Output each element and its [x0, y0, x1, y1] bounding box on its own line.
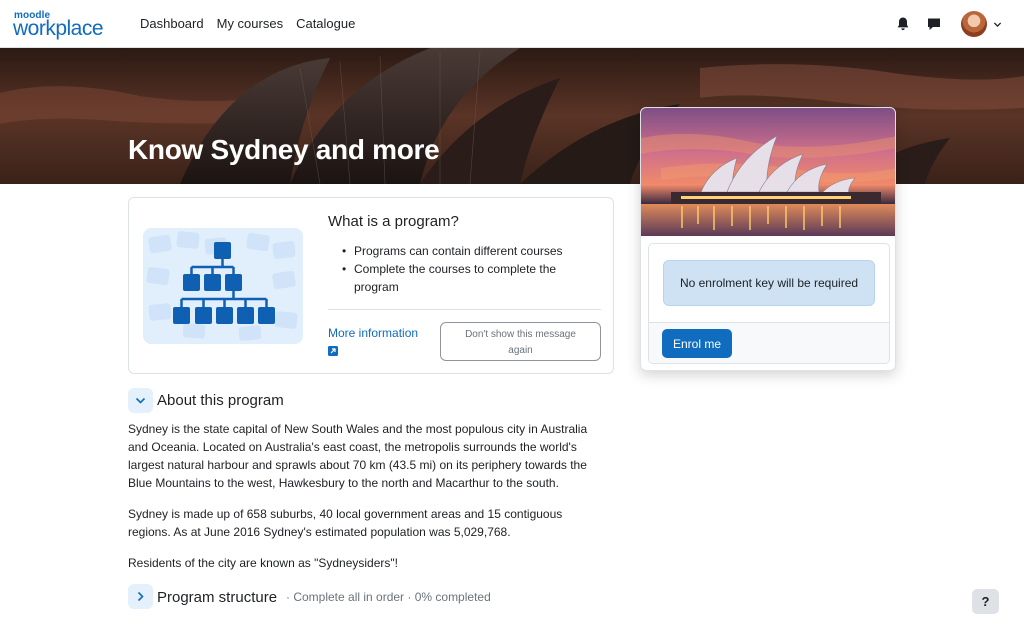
- navbar: moodle workplace Dashboard My courses Ca…: [0, 0, 1024, 48]
- hierarchy-icon: [146, 231, 298, 341]
- logo-workplace-text: workplace: [13, 17, 104, 40]
- dont-show-message-button[interactable]: Don't show this message again: [440, 322, 601, 361]
- list-item: Complete the courses to complete the pro…: [342, 260, 602, 296]
- program-info-card: What is a program? Programs can contain …: [128, 197, 614, 374]
- about-paragraph-3: Residents of the city are known as "Sydn…: [128, 556, 398, 570]
- about-section-title: About this program: [157, 392, 284, 409]
- page-title: Know Sydney and more: [128, 134, 440, 165]
- chevron-down-icon: [135, 397, 146, 404]
- chevron-down-icon[interactable]: [993, 20, 1002, 29]
- primary-nav: Dashboard My courses Catalogue: [140, 16, 355, 31]
- nav-catalogue[interactable]: Catalogue: [296, 16, 355, 31]
- enrolment-key-alert: No enrolment key will be required: [663, 260, 875, 306]
- enrol-card: No enrolment key will be required Enrol …: [640, 107, 896, 371]
- opera-house-image: [641, 108, 895, 236]
- avatar[interactable]: [961, 11, 987, 37]
- nav-dashboard[interactable]: Dashboard: [140, 16, 204, 31]
- about-toggle-button[interactable]: [128, 388, 153, 413]
- list-item: Programs can contain different courses: [342, 242, 602, 260]
- structure-toggle-button[interactable]: [128, 584, 153, 609]
- about-paragraph-2: Sydney is made up of 658 suburbs, 40 loc…: [128, 507, 563, 539]
- dont-show-line-2: again: [508, 345, 533, 356]
- divider: [328, 309, 601, 310]
- program-structure-title: Program structure: [157, 589, 278, 606]
- dont-show-line-1: Don't show this message: [465, 329, 576, 340]
- program-info-list: Programs can contain different courses C…: [342, 242, 602, 296]
- about-paragraph-1: Sydney is the state capital of New South…: [128, 422, 588, 490]
- chat-bubble-icon[interactable]: [926, 16, 942, 32]
- program-structure-meta: · Complete all in order · 0% completed: [286, 590, 491, 604]
- program-info-title: What is a program?: [328, 213, 459, 230]
- help-button[interactable]: ?: [972, 589, 999, 614]
- external-link-icon[interactable]: [328, 346, 338, 356]
- program-hierarchy-image: [143, 228, 303, 344]
- enrolment-footer: Enrol me: [649, 322, 889, 363]
- more-information-link[interactable]: More information: [328, 326, 418, 340]
- moodle-workplace-logo[interactable]: moodle workplace: [13, 9, 109, 40]
- chevron-right-icon: [137, 591, 144, 602]
- nav-my-courses[interactable]: My courses: [217, 16, 283, 31]
- enrol-me-button[interactable]: Enrol me: [662, 329, 732, 358]
- enrolment-panel: No enrolment key will be required Enrol …: [648, 243, 890, 364]
- bell-icon[interactable]: [895, 16, 911, 32]
